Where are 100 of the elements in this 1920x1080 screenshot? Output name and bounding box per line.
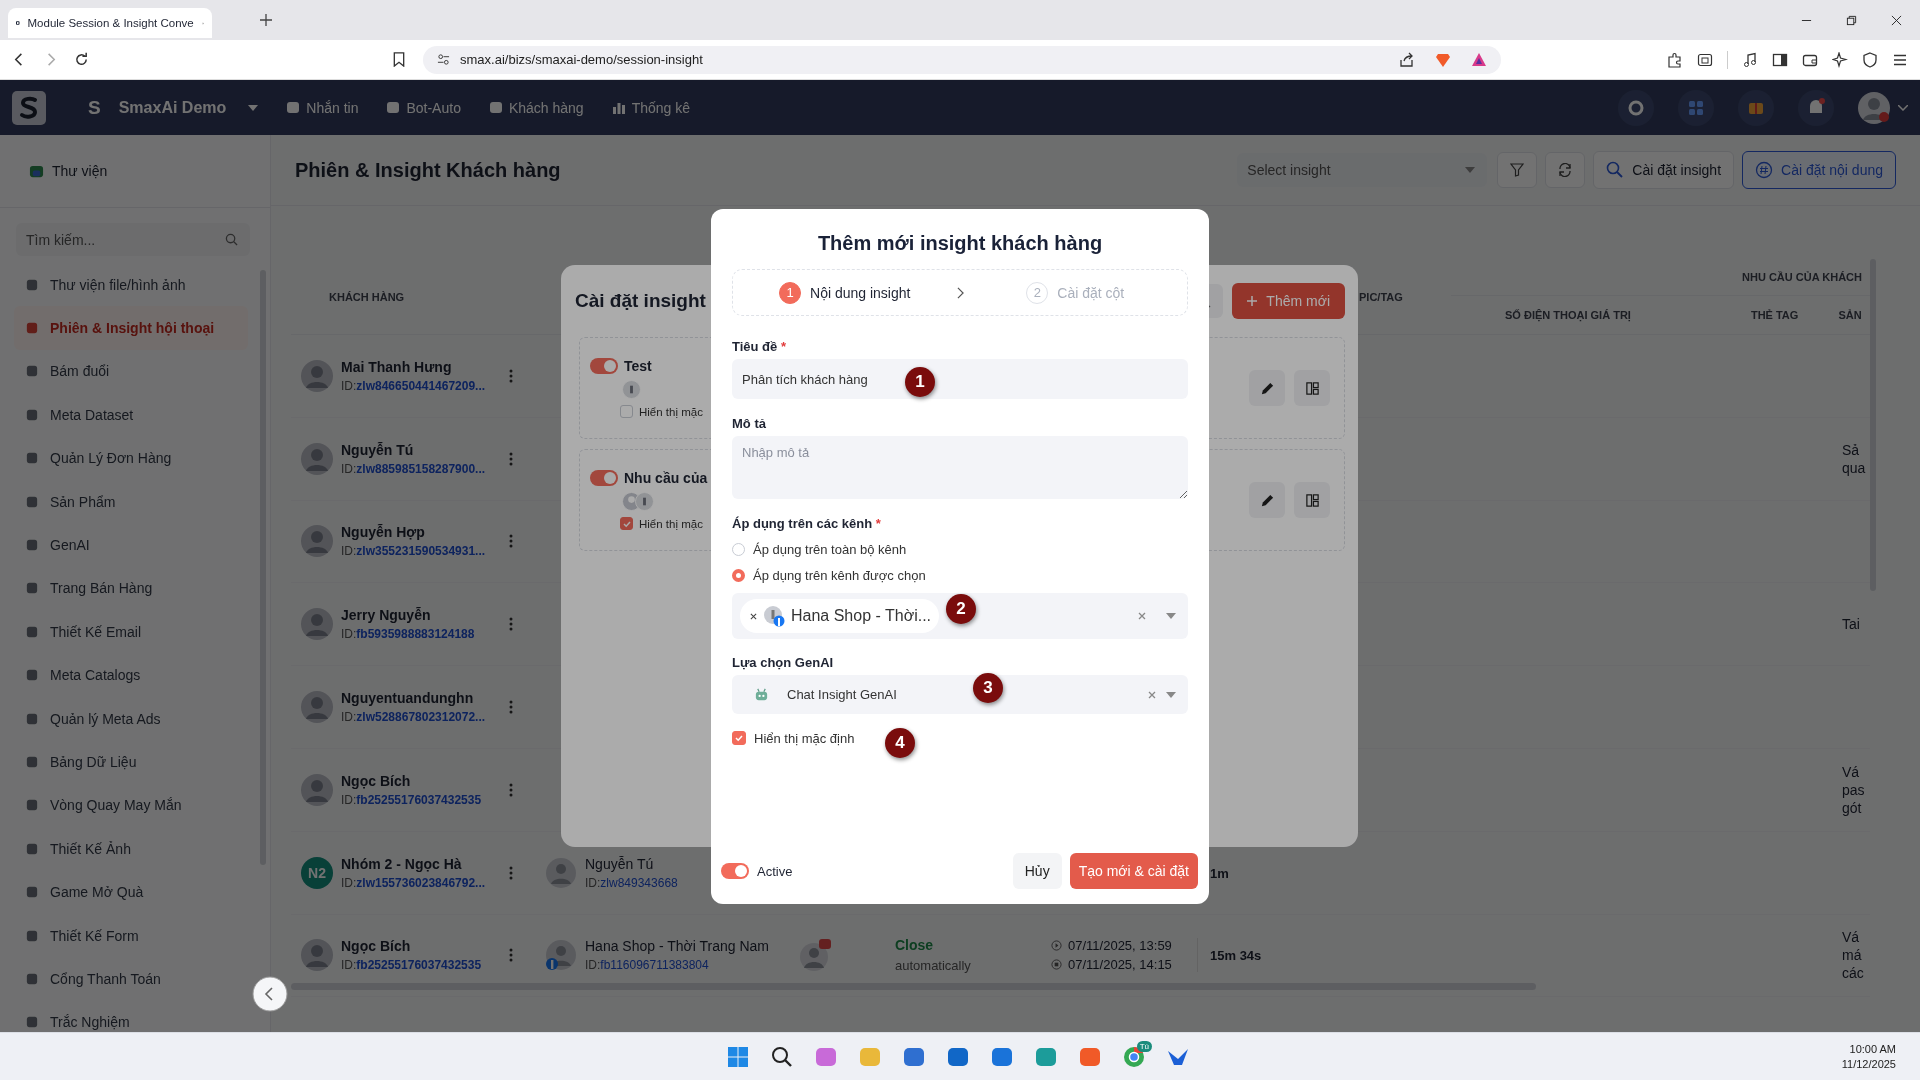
toggle-switch[interactable] <box>721 863 749 879</box>
avatar <box>301 525 333 558</box>
header-button[interactable]: Cài đặt insight <box>1593 151 1735 189</box>
sidebar-item[interactable]: Trang Bán Hàng <box>14 566 248 611</box>
more-icon[interactable] <box>509 451 513 466</box>
description-field[interactable]: Nhập mô tả <box>732 436 1188 499</box>
browser-tab[interactable]: Module Session & Insight Conve <box>8 8 212 38</box>
more-icon[interactable] <box>509 368 513 383</box>
radio-option[interactable]: Áp dụng trên toàn bộ kênh <box>732 536 1188 562</box>
toggle-switch[interactable] <box>590 358 618 374</box>
caret-icon[interactable] <box>1166 613 1176 619</box>
clear-icon[interactable] <box>1148 690 1156 699</box>
toggle-switch[interactable] <box>590 470 618 486</box>
more-icon[interactable] <box>509 865 513 880</box>
sidebar-item[interactable]: Game Mở Quà <box>14 870 248 914</box>
search-icon[interactable] <box>770 1045 794 1069</box>
tile-icon <box>26 495 38 508</box>
remove-icon[interactable] <box>750 612 757 620</box>
reload-icon[interactable] <box>74 52 89 67</box>
triangle-icon[interactable] <box>1471 51 1487 68</box>
sidebar-item[interactable]: Trắc Nghiệm <box>14 1000 248 1032</box>
radio-option[interactable]: Áp dụng trên kênh được chọn <box>732 562 1188 588</box>
sidebar-item[interactable]: Vòng Quay May Mắn <box>14 783 248 828</box>
more-icon[interactable] <box>509 700 513 715</box>
nav-link[interactable]: Bot-Auto <box>386 99 461 116</box>
sidebar-item[interactable]: Meta Dataset <box>14 393 248 437</box>
sidebar-item[interactable]: Thiết Kế Ảnh <box>14 827 248 871</box>
grid-icon[interactable] <box>1678 89 1714 126</box>
restore-icon[interactable] <box>1846 14 1857 26</box>
nav-link[interactable]: Khách hàng <box>488 99 584 116</box>
gift-box-icon[interactable] <box>1738 89 1774 126</box>
sidebar-item[interactable]: Meta Catalogs <box>14 653 248 697</box>
refresh-button[interactable] <box>1545 152 1586 188</box>
sidebar-item[interactable]: GenAI <box>14 523 248 567</box>
more-icon[interactable] <box>509 948 513 963</box>
checkbox[interactable] <box>620 517 633 530</box>
windows-icon[interactable] <box>726 1045 750 1069</box>
sidebar-icon[interactable] <box>1772 51 1788 68</box>
address-field[interactable]: smax.ai/bizs/smaxai-demo/session-insight <box>423 45 1501 74</box>
tile-icon <box>26 625 38 638</box>
caret-icon[interactable] <box>1166 691 1176 698</box>
sidebar-item[interactable]: Bám đuổi <box>14 349 248 394</box>
nav-link[interactable]: Nhắn tin <box>286 99 359 116</box>
bookmark-icon[interactable] <box>393 52 405 67</box>
nav-link[interactable]: Thống kê <box>611 99 691 116</box>
radio-button[interactable] <box>732 568 745 582</box>
submit-button[interactable]: Tạo mới & cài đặt <box>1069 853 1198 889</box>
pencil-icon <box>1259 492 1275 508</box>
close-icon[interactable] <box>1891 14 1902 26</box>
caret-icon[interactable] <box>1898 104 1908 111</box>
sidebar-item[interactable]: Phiên & Insight hội thoại <box>14 306 248 350</box>
sidebar-item[interactable]: Quản lý Meta Ads <box>14 696 248 741</box>
music-note-icon[interactable] <box>1742 51 1758 68</box>
shield-icon[interactable] <box>1862 51 1878 68</box>
sidebar-item[interactable]: Quản Lý Đơn Hàng <box>14 436 248 480</box>
sidebar-item[interactable]: Cổng Thanh Toán <box>14 957 248 1001</box>
edit-button[interactable] <box>1249 370 1285 406</box>
sparkle-icon[interactable] <box>1832 51 1848 68</box>
checkbox[interactable] <box>620 405 633 418</box>
field-label: Tiêu đề * <box>732 339 787 355</box>
more-icon[interactable] <box>509 782 513 797</box>
window-icon[interactable] <box>1697 51 1713 68</box>
sidebar-title: Thư viện <box>52 163 108 179</box>
step[interactable]: 2 Cài đặt cột <box>963 281 1187 304</box>
logo-icon[interactable] <box>12 90 46 125</box>
sidebar-item[interactable]: Thiết Kế Email <box>14 610 248 654</box>
edit-button[interactable] <box>1249 482 1285 518</box>
bar-chart-icon <box>611 100 626 115</box>
sidebar-item[interactable]: Thiết Kế Form <box>14 913 248 958</box>
caret-icon[interactable] <box>248 104 259 111</box>
layout-button[interactable] <box>1294 370 1330 406</box>
duration: 15m 34s <box>1210 948 1262 964</box>
search-field[interactable]: Tìm kiếm... <box>16 223 250 256</box>
plus-icon[interactable] <box>260 14 272 26</box>
sliders-icon[interactable] <box>437 53 450 66</box>
step[interactable]: 1 Nội dung insight <box>733 281 957 304</box>
insight-name: Nhu cầu của <box>624 470 708 486</box>
radio-button[interactable] <box>732 542 745 556</box>
more-icon[interactable] <box>509 617 513 632</box>
channel-chip[interactable]: Hana Shop - Thời... <box>740 599 940 633</box>
sidebar-item[interactable]: Bảng Dữ Liệu <box>14 740 248 784</box>
more-icon[interactable] <box>509 534 513 549</box>
avatar <box>301 773 333 806</box>
layout-button[interactable] <box>1294 482 1330 518</box>
puzzle-icon[interactable] <box>1667 51 1683 68</box>
filter-button[interactable] <box>1497 152 1538 188</box>
cancel-button[interactable]: Hủy <box>1012 853 1062 889</box>
share-icon[interactable] <box>1399 51 1415 68</box>
sidebar-item[interactable]: Sản Phẩm <box>14 479 248 524</box>
header-button[interactable]: Cài đặt nội dung <box>1742 151 1896 189</box>
sidebar-item[interactable]: Thư viện file/hình ảnh <box>14 263 248 307</box>
clear-icon[interactable] <box>1138 612 1146 620</box>
workspace-name[interactable]: SmaxAi Demo <box>118 98 227 117</box>
search-icon <box>225 233 238 246</box>
collapse-button[interactable] <box>252 976 288 1012</box>
bell-icon[interactable] <box>1798 89 1834 126</box>
user-avatar[interactable] <box>1858 91 1890 124</box>
checkbox[interactable] <box>732 731 746 745</box>
add-button[interactable]: Thêm mới <box>1232 283 1345 319</box>
show-default-option[interactable]: Hiển thị mặc định <box>732 728 855 748</box>
